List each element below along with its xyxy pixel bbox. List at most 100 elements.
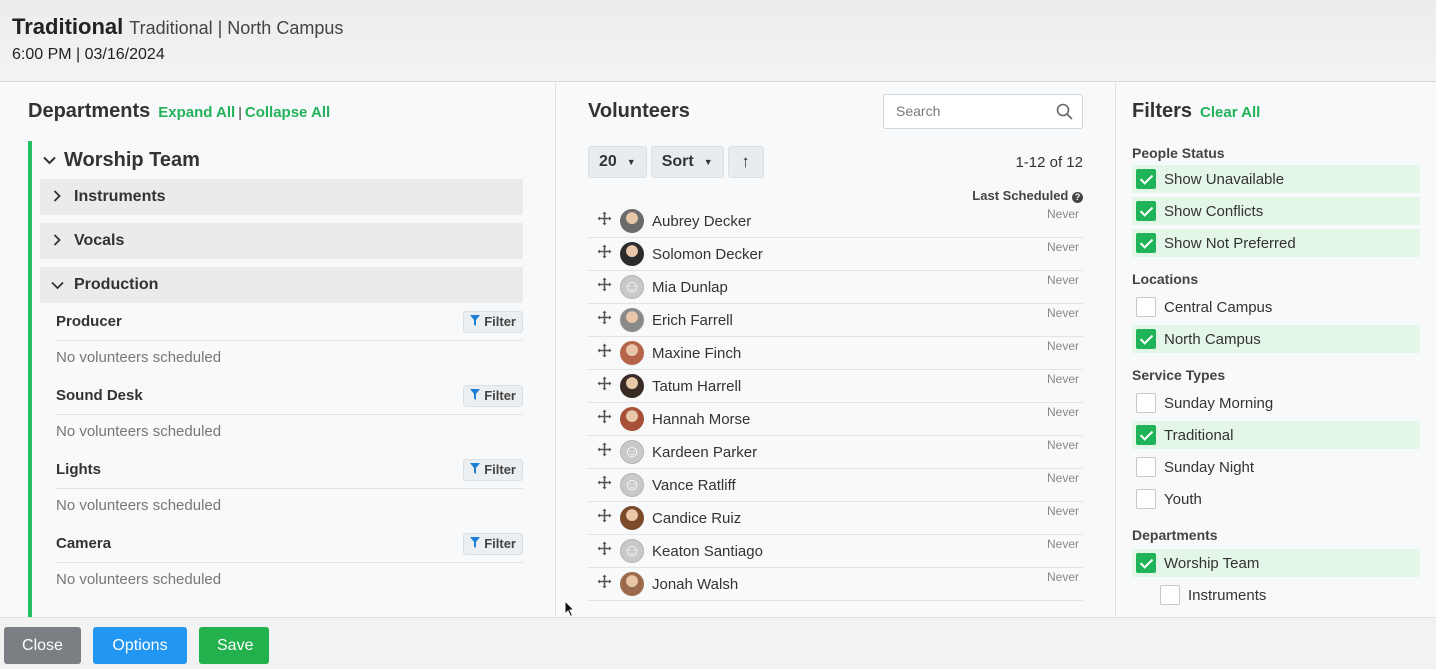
drag-handle-icon[interactable] — [592, 541, 616, 561]
filter-option[interactable]: Show Conflicts — [1132, 197, 1420, 225]
drag-handle-icon[interactable] — [592, 277, 616, 297]
main-area: Departments Expand All | Collapse All Wo… — [0, 82, 1436, 617]
filter-option-label: Traditional — [1164, 426, 1234, 444]
filter-checkbox[interactable] — [1136, 329, 1156, 349]
role-header: Producer Filter — [56, 303, 523, 341]
volunteer-name: Aubrey Decker — [652, 212, 752, 230]
drag-handle-icon[interactable] — [592, 310, 616, 330]
search-icon[interactable] — [1056, 103, 1073, 120]
filter-option[interactable]: Sunday Morning — [1132, 389, 1420, 417]
filter-checkbox[interactable] — [1136, 169, 1156, 189]
department-group[interactable]: Production — [40, 267, 523, 303]
filter-option[interactable]: Central Campus — [1132, 293, 1420, 321]
filter-option-label: Sunday Morning — [1164, 394, 1274, 412]
filter-option[interactable]: North Campus — [1132, 325, 1420, 353]
volunteer-row[interactable]: Hannah Morse Never — [588, 403, 1083, 436]
filter-checkbox[interactable] — [1136, 457, 1156, 477]
sort-dropdown[interactable]: Sort ▼ — [650, 146, 724, 178]
filter-button[interactable]: Filter — [463, 384, 523, 407]
volunteer-row[interactable]: Solomon Decker Never — [588, 238, 1083, 271]
filter-group-label: Locations — [1132, 271, 1199, 287]
filter-checkbox[interactable] — [1136, 553, 1156, 573]
volunteers-panel: Volunteers 20 ▼ Sort ▼ ↑ 1-12 of 1 — [556, 82, 1116, 617]
filter-checkbox[interactable] — [1136, 233, 1156, 253]
filter-button[interactable]: Filter — [463, 310, 523, 333]
drag-handle-icon[interactable] — [592, 343, 616, 363]
volunteer-name: Solomon Decker — [652, 245, 763, 263]
filter-option[interactable]: Show Not Preferred — [1132, 229, 1420, 257]
volunteer-row[interactable]: Aubrey Decker Never — [588, 205, 1083, 238]
search-input[interactable] — [884, 94, 1044, 128]
filter-button[interactable]: Filter — [463, 458, 523, 481]
drag-handle-icon[interactable] — [592, 376, 616, 396]
filter-option[interactable]: Traditional — [1132, 421, 1420, 449]
footer-bar: Close Options Save — [0, 617, 1436, 669]
volunteer-row[interactable]: Jonah Walsh Never — [588, 568, 1083, 601]
filter-button-label: Filter — [484, 314, 516, 329]
volunteer-row[interactable]: ☺ Keaton Santiago Never — [588, 535, 1083, 568]
save-button[interactable]: Save — [199, 627, 269, 664]
filter-option[interactable]: Show Unavailable — [1132, 165, 1420, 193]
volunteer-row[interactable]: Maxine Finch Never — [588, 337, 1083, 370]
empty-role-message: No volunteers scheduled — [56, 571, 222, 588]
last-scheduled-value: Never — [1046, 372, 1079, 386]
drag-handle-icon[interactable] — [592, 475, 616, 495]
volunteer-row[interactable]: Erich Farrell Never — [588, 304, 1083, 337]
filter-checkbox[interactable] — [1136, 489, 1156, 509]
clear-all-link[interactable]: Clear All — [1200, 104, 1260, 121]
help-icon[interactable]: ? — [1072, 192, 1083, 203]
caret-down-icon: ▼ — [626, 157, 636, 167]
role-header: Camera Filter — [56, 525, 523, 563]
avatar — [620, 572, 644, 596]
drag-handle-icon[interactable] — [592, 244, 616, 264]
filter-option-label: Show Not Preferred — [1164, 234, 1296, 252]
filter-checkbox[interactable] — [1160, 585, 1180, 605]
filter-option[interactable]: Sunday Night — [1132, 453, 1420, 481]
department-group[interactable]: Vocals — [40, 223, 523, 259]
last-scheduled-value: Never — [1046, 537, 1079, 551]
page-size-dropdown[interactable]: 20 ▼ — [588, 146, 647, 178]
last-scheduled-value: Never — [1046, 339, 1079, 353]
filter-option[interactable]: Youth — [1132, 485, 1420, 513]
volunteer-row[interactable]: Candice Ruiz Never — [588, 502, 1083, 535]
drag-handle-icon[interactable] — [592, 442, 616, 462]
filter-option[interactable]: Instruments — [1132, 581, 1420, 609]
caret-down-icon: ▼ — [703, 157, 713, 167]
last-scheduled-value: Never — [1046, 306, 1079, 320]
volunteer-row[interactable]: ☺ Mia Dunlap Never — [588, 271, 1083, 304]
filter-option[interactable]: Worship Team — [1132, 549, 1420, 577]
filter-button-label: Filter — [484, 462, 516, 477]
department-group-label: Vocals — [74, 232, 125, 249]
sort-direction-button[interactable]: ↑ — [727, 146, 764, 178]
drag-handle-icon[interactable] — [592, 409, 616, 429]
filter-checkbox[interactable] — [1136, 425, 1156, 445]
volunteer-row[interactable]: ☺ Kardeen Parker Never — [588, 436, 1083, 469]
drag-handle-icon[interactable] — [592, 508, 616, 528]
filter-checkbox[interactable] — [1136, 393, 1156, 413]
last-scheduled-label: Last Scheduled — [972, 188, 1069, 203]
expand-all-link[interactable]: Expand All — [158, 104, 235, 121]
filter-button-label: Filter — [484, 388, 516, 403]
department-group[interactable]: Instruments — [40, 179, 523, 215]
filters-panel: Filters Clear All People Status Show Unav… — [1116, 82, 1436, 617]
filter-checkbox[interactable] — [1136, 201, 1156, 221]
filter-checkbox[interactable] — [1136, 297, 1156, 317]
filter-option-label: Show Conflicts — [1164, 202, 1264, 220]
options-button[interactable]: Options — [93, 627, 187, 664]
filter-button[interactable]: Filter — [463, 532, 523, 555]
avatar — [620, 209, 644, 233]
close-button[interactable]: Close — [4, 627, 81, 664]
department-tree: Worship Team Instruments Vocals Production… — [28, 141, 523, 617]
department-worship-team[interactable]: Worship Team — [40, 141, 523, 179]
drag-handle-icon[interactable] — [592, 574, 616, 594]
mouse-cursor-icon — [564, 600, 576, 618]
drag-handle-icon[interactable] — [592, 211, 616, 231]
collapse-all-link[interactable]: Collapse All — [245, 104, 330, 121]
last-scheduled-value: Never — [1046, 471, 1079, 485]
page-subtitle: Traditional | North Campus — [129, 18, 344, 38]
filter-icon — [470, 388, 481, 403]
filter-option-label: Instruments — [1188, 586, 1267, 604]
volunteer-name: Maxine Finch — [652, 344, 742, 362]
volunteer-row[interactable]: Tatum Harrell Never — [588, 370, 1083, 403]
volunteer-row[interactable]: ☺ Vance Ratliff Never — [588, 469, 1083, 502]
